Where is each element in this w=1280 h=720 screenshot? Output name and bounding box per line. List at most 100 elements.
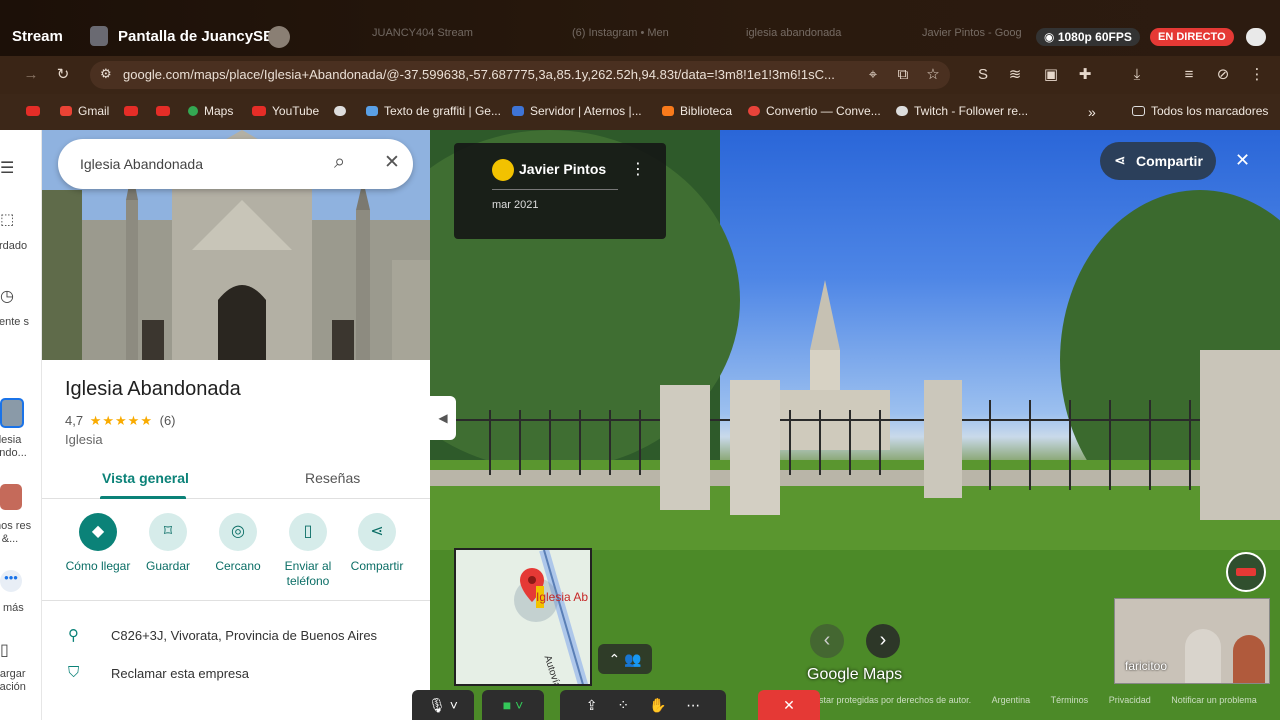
forward-icon[interactable]: → bbox=[20, 64, 42, 86]
search-box[interactable]: Iglesia Abandonada ⌕ ✕ bbox=[58, 139, 413, 189]
menu-hamburger-icon[interactable]: ☰ bbox=[0, 158, 14, 178]
chat-icon[interactable] bbox=[1246, 28, 1266, 46]
save-button[interactable]: ⌑ Guardar bbox=[133, 513, 203, 574]
download-map-icon[interactable]: ▯ bbox=[0, 640, 9, 660]
rail-saved-label[interactable]: ardado bbox=[0, 240, 38, 253]
browser-tab[interactable]: (6) Instagram • Men bbox=[572, 27, 669, 39]
search-input[interactable]: Iglesia Abandonada bbox=[80, 156, 203, 172]
avatar bbox=[268, 26, 290, 48]
share-screen-icon[interactable]: ⇪ bbox=[586, 697, 598, 713]
install-app-icon[interactable]: ⧉ bbox=[892, 64, 914, 86]
google-maps-logo: Google Maps bbox=[807, 666, 903, 683]
claim-text: Reclamar esta empresa bbox=[111, 666, 249, 681]
author-avatar[interactable] bbox=[492, 159, 514, 181]
profile-icon[interactable]: ⊘ bbox=[1212, 64, 1234, 86]
camera-button[interactable]: ■ ˅ bbox=[482, 690, 544, 720]
share-button[interactable]: ⋖ Compartir bbox=[1100, 142, 1216, 180]
expand-gallery-button[interactable]: ⌃ 👥 bbox=[598, 644, 652, 674]
browser-tab[interactable]: iglesia abandonada bbox=[746, 27, 841, 39]
bookmark-maps[interactable]: Maps bbox=[188, 104, 233, 118]
more-bookmarks-icon[interactable]: » bbox=[1088, 104, 1096, 120]
claim-business-row[interactable]: ⛉ Reclamar esta empresa bbox=[42, 656, 430, 692]
all-bookmarks[interactable]: Todos los marcadores bbox=[1132, 104, 1268, 118]
bookmark-twitch[interactable]: Twitch - Follower re... bbox=[896, 104, 1028, 118]
bookmark-label: Gmail bbox=[78, 104, 110, 118]
bookmark-aternos[interactable]: Servidor | Aternos |... bbox=[512, 104, 642, 118]
extension-icon[interactable]: S bbox=[972, 64, 994, 86]
more-icon[interactable]: ⋯ bbox=[686, 697, 700, 713]
bookmark-star-icon[interactable]: ☆ bbox=[922, 64, 944, 86]
photo-attribution-card: Javier Pintos ⋮ mar 2021 bbox=[454, 143, 666, 239]
person-figure bbox=[1185, 629, 1221, 683]
bookmark-gmail[interactable]: Gmail bbox=[60, 104, 109, 118]
send-to-phone-button[interactable]: ▯ Enviar al teléfono bbox=[273, 513, 343, 589]
recent-place-thumbnail[interactable] bbox=[0, 484, 22, 510]
youtube-icon[interactable] bbox=[156, 104, 176, 118]
bookmark-youtube[interactable]: YouTube bbox=[252, 104, 319, 118]
search-icon[interactable]: ⌕ bbox=[334, 151, 345, 174]
bookmark-label: Biblioteca bbox=[680, 104, 733, 118]
youtube-icon[interactable] bbox=[124, 104, 144, 118]
youtube-icon[interactable] bbox=[26, 104, 46, 118]
apps-icon[interactable]: ⁘ bbox=[617, 697, 629, 713]
extension-icon[interactable]: ≋ bbox=[1004, 64, 1026, 86]
footer-privacy[interactable]: Privacidad bbox=[1109, 695, 1151, 705]
reload-icon[interactable]: ↻ bbox=[52, 64, 74, 86]
more-options-icon[interactable]: ⋮ bbox=[630, 159, 646, 179]
window-icon bbox=[90, 26, 108, 46]
globe-icon[interactable] bbox=[334, 104, 352, 118]
menu-icon[interactable]: ⋮ bbox=[1246, 64, 1268, 86]
address-bar[interactable]: ⚙ google.com/maps/place/Iglesia+Abandona… bbox=[90, 61, 950, 89]
star-rating-icon: ★★★★★ bbox=[89, 413, 153, 428]
share-label: Compartir bbox=[1136, 153, 1203, 169]
recent-place-thumbnail[interactable] bbox=[0, 398, 24, 428]
rail-download-label[interactable]: cargar cación bbox=[0, 668, 38, 694]
puzzle-icon[interactable]: ✚ bbox=[1074, 64, 1096, 86]
action-label: Enviar al teléfono bbox=[284, 559, 332, 588]
saved-icon[interactable]: ⬚ bbox=[0, 210, 14, 228]
bookmark-biblioteca[interactable]: Biblioteca bbox=[662, 104, 732, 118]
leave-call-button[interactable]: ✕ bbox=[758, 690, 820, 720]
tab-overview[interactable]: Vista general bbox=[102, 470, 189, 486]
previous-arrow-icon[interactable]: ‹ bbox=[810, 624, 844, 658]
media-icon[interactable]: ≡ bbox=[1178, 64, 1200, 86]
download-icon[interactable]: ⤓ bbox=[1126, 64, 1148, 86]
screen-share-title: Pantalla de JuancySB bbox=[118, 28, 274, 45]
rail-buenos-label[interactable]: enos res &... bbox=[0, 520, 38, 546]
bookmark-graffiti[interactable]: Texto de graffiti | Ge... bbox=[366, 104, 501, 118]
compass-icon[interactable] bbox=[1226, 552, 1266, 592]
rail-more-label[interactable]: r más bbox=[0, 602, 38, 615]
next-arrow-icon[interactable]: › bbox=[866, 624, 900, 658]
person-figure bbox=[1233, 635, 1265, 683]
browser-tab[interactable]: JUANCY404 Stream bbox=[372, 27, 473, 39]
raise-hand-icon[interactable]: ✋ bbox=[649, 697, 666, 713]
review-count[interactable]: (6) bbox=[160, 413, 176, 428]
browser-tab[interactable]: Javier Pintos - Goog bbox=[922, 27, 1022, 39]
more-icon[interactable]: ••• bbox=[0, 570, 22, 592]
rail-recent-label[interactable]: ciente s bbox=[0, 316, 38, 329]
address-row[interactable]: ⚲ C826+3J, Vivorata, Provincia de Buenos… bbox=[42, 618, 430, 654]
location-icon[interactable]: ⌖ bbox=[862, 64, 884, 86]
street-view-panorama[interactable]: ◀ Javier Pintos ⋮ mar 2021 ⋖ Compartir ✕… bbox=[430, 130, 1280, 720]
history-icon[interactable]: ◷ bbox=[0, 286, 14, 306]
tab-reviews[interactable]: Reseñas bbox=[305, 470, 360, 486]
footer-copyright: estar protegidas por derechos de autor. bbox=[814, 695, 972, 705]
collapse-panel-button[interactable]: ◀ bbox=[430, 396, 456, 440]
close-icon[interactable]: ✕ bbox=[384, 151, 400, 174]
directions-button[interactable]: ◆ Cómo llegar bbox=[63, 513, 133, 574]
author-name[interactable]: Javier Pintos bbox=[519, 161, 606, 177]
site-settings-icon[interactable]: ⚙ bbox=[100, 66, 112, 82]
footer-terms[interactable]: Términos bbox=[1051, 695, 1089, 705]
nearby-button[interactable]: ◎ Cercano bbox=[203, 513, 273, 574]
rail-current-label[interactable]: lesia ando... bbox=[0, 434, 38, 460]
bookmark-convertio[interactable]: Convertio — Conve... bbox=[748, 104, 881, 118]
footer-report[interactable]: Notificar un problema bbox=[1171, 695, 1257, 705]
mini-map-roads bbox=[456, 550, 590, 684]
place-category[interactable]: Iglesia bbox=[65, 432, 103, 447]
share-button[interactable]: ⋖ Compartir bbox=[342, 513, 412, 574]
mini-map[interactable]: Iglesia Ab Autovía bbox=[454, 548, 592, 686]
close-icon[interactable]: ✕ bbox=[1235, 150, 1250, 171]
extension-icon[interactable]: ▣ bbox=[1040, 64, 1062, 86]
microphone-button[interactable]: 🎙 ˅ bbox=[412, 690, 474, 720]
footer-region[interactable]: Argentina bbox=[992, 695, 1031, 705]
